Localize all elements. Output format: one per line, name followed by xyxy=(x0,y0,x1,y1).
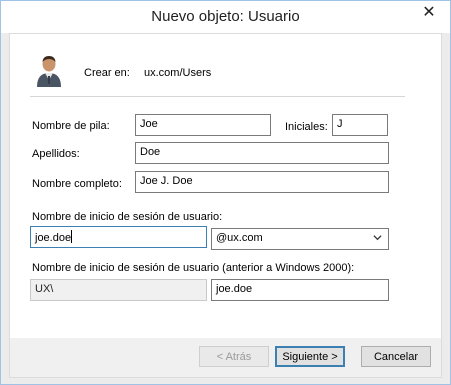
dialog-body: Crear en: ux.com/Users Nombre de pila: J… xyxy=(9,33,442,378)
user-icon xyxy=(37,56,61,87)
last-name-field[interactable]: Doe xyxy=(135,142,389,164)
back-button[interactable]: < Atrás xyxy=(199,346,269,367)
create-in-value: ux.com/Users xyxy=(144,67,212,79)
next-button[interactable]: Siguiente > xyxy=(275,346,345,367)
initials-field[interactable]: J xyxy=(332,114,388,136)
full-name-field[interactable]: Joe J. Doe xyxy=(135,171,389,193)
logon-name-field[interactable]: joe.doe xyxy=(30,226,207,248)
last-name-label: Apellidos: xyxy=(32,148,80,160)
first-name-label: Nombre de pila: xyxy=(32,120,110,132)
text-caret xyxy=(71,230,73,243)
domain-select[interactable]: @ux.com xyxy=(211,228,389,250)
dialog-window: Nuevo objeto: Usuario ✕ Crear en: ux.com… xyxy=(0,0,451,385)
logon-label: Nombre de inicio de sesión de usuario: xyxy=(32,211,223,223)
legacy-logon-label: Nombre de inicio de sesión de usuario (a… xyxy=(32,262,355,274)
logon-name-value: joe.doe xyxy=(35,232,72,244)
close-button[interactable]: ✕ xyxy=(414,2,444,22)
close-icon: ✕ xyxy=(422,4,436,21)
full-name-label: Nombre completo: xyxy=(32,178,122,190)
legacy-logon-field[interactable]: joe.doe xyxy=(211,279,389,301)
first-name-field[interactable]: Joe xyxy=(135,114,271,136)
domain-selected-value: @ux.com xyxy=(216,232,263,244)
window-title: Nuevo objeto: Usuario xyxy=(151,8,300,25)
legacy-domain-field: UX\ xyxy=(30,279,207,301)
create-in-label: Crear en: xyxy=(84,67,130,79)
initials-label: Iniciales: xyxy=(285,121,328,133)
title-bar[interactable]: Nuevo objeto: Usuario ✕ xyxy=(1,1,450,33)
separator xyxy=(30,96,405,97)
chevron-down-icon xyxy=(373,235,382,241)
cancel-button[interactable]: Cancelar xyxy=(361,346,431,367)
